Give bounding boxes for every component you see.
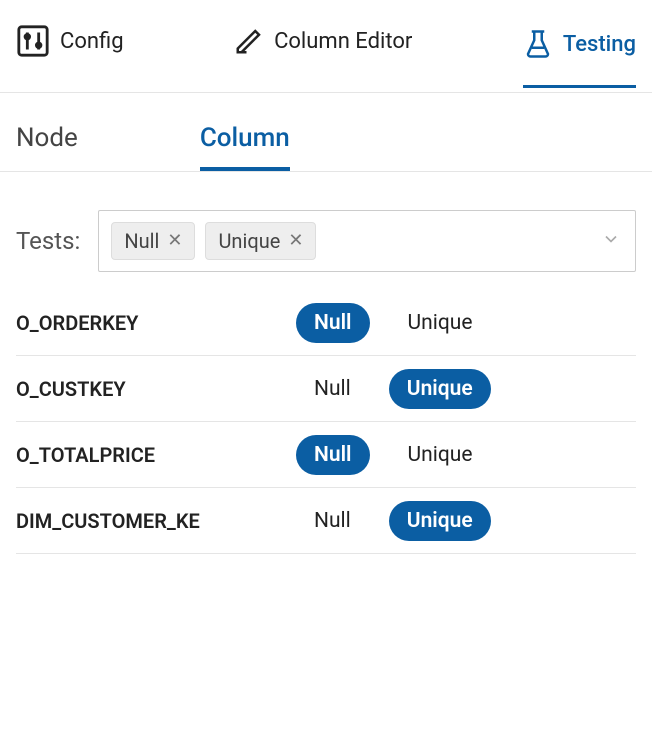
null-pill[interactable]: Null <box>296 303 370 343</box>
tests-filter-row: Tests: Null ✕ Unique ✕ <box>0 172 652 290</box>
columns-table: O_ORDERKEYNullUniqueO_CUSTKEYNullUniqueO… <box>0 290 652 554</box>
table-row: O_TOTALPRICE Null Unique <box>16 422 636 488</box>
pencil-icon <box>234 26 264 56</box>
tag-unique-label: Unique <box>218 229 280 253</box>
tag-unique[interactable]: Unique ✕ <box>205 222 316 260</box>
table-row: DIM_CUSTOMER_KE Null Unique <box>16 488 636 554</box>
close-icon[interactable]: ✕ <box>167 232 182 250</box>
null-pill[interactable]: Null <box>296 501 369 541</box>
null-pill[interactable]: Null <box>296 369 369 409</box>
column-tests: Null Unique <box>216 501 636 541</box>
close-icon[interactable]: ✕ <box>288 232 303 250</box>
tag-null-label: Null <box>124 229 159 253</box>
chevron-down-icon[interactable] <box>601 229 621 253</box>
tag-null[interactable]: Null ✕ <box>111 222 195 260</box>
tab-column-editor-label: Column Editor <box>274 29 412 54</box>
unique-pill[interactable]: Unique <box>389 501 491 541</box>
column-tests: Null Unique <box>216 435 636 475</box>
table-row: O_CUSTKEY Null Unique <box>16 356 636 422</box>
null-pill[interactable]: Null <box>296 435 370 475</box>
tab-config[interactable]: Config <box>16 24 124 64</box>
table-row: O_ORDERKEY Null Unique <box>16 290 636 356</box>
tab-testing-label: Testing <box>563 32 636 57</box>
tests-select[interactable]: Null ✕ Unique ✕ <box>98 210 636 272</box>
column-name: O_TOTALPRICE <box>16 443 216 467</box>
subtab-node[interactable]: Node <box>16 123 78 171</box>
unique-pill[interactable]: Unique <box>390 303 491 343</box>
column-name: O_ORDERKEY <box>16 311 216 335</box>
unique-pill[interactable]: Unique <box>389 369 491 409</box>
subtab-column[interactable]: Column <box>200 123 290 171</box>
sliders-icon <box>16 24 50 58</box>
tab-config-label: Config <box>60 29 124 54</box>
column-tests: Null Unique <box>216 303 636 343</box>
unique-pill[interactable]: Unique <box>390 435 491 475</box>
tab-column-editor[interactable]: Column Editor <box>234 26 412 62</box>
column-name: O_CUSTKEY <box>16 377 216 401</box>
tab-testing[interactable]: Testing <box>523 29 636 88</box>
column-tests: Null Unique <box>216 369 636 409</box>
sub-nav: Node Column <box>0 93 652 172</box>
top-nav: Config Column Editor Testing <box>0 0 652 93</box>
column-name: DIM_CUSTOMER_KE <box>16 509 216 533</box>
tests-label: Tests: <box>16 227 80 255</box>
flask-icon <box>523 29 553 59</box>
